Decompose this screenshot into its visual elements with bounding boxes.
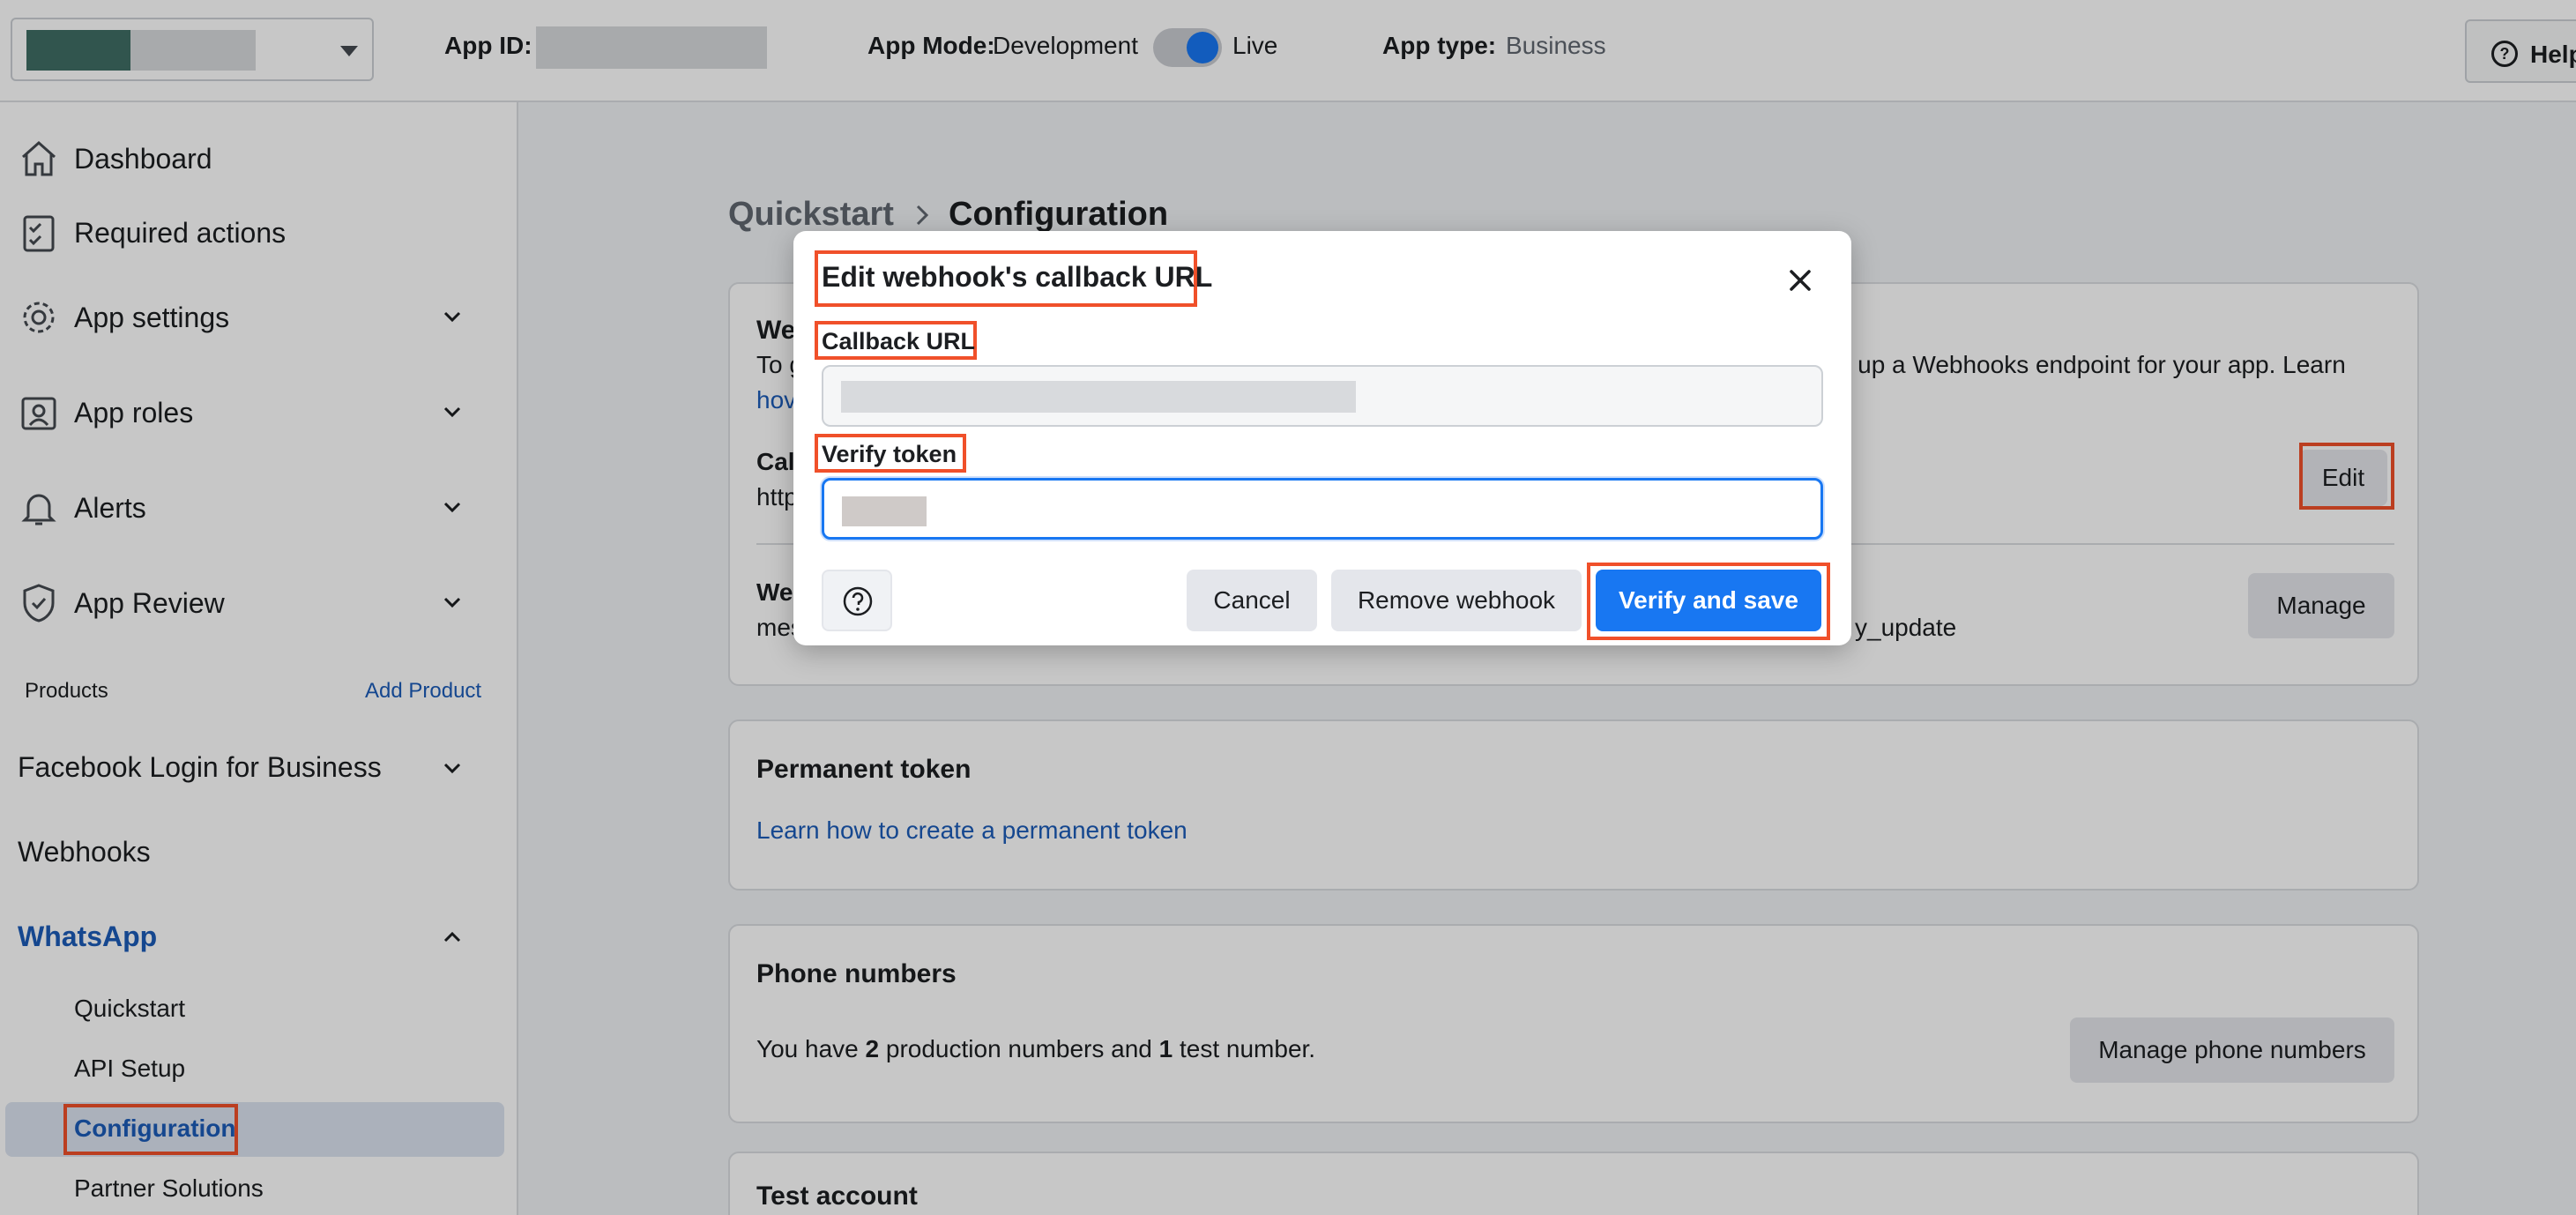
verify-token-label: Verify token xyxy=(822,441,957,467)
callback-url-redacted xyxy=(841,381,1356,413)
question-circle-icon xyxy=(843,586,873,616)
remove-webhook-button[interactable]: Remove webhook xyxy=(1331,570,1582,631)
close-icon[interactable] xyxy=(1783,263,1818,298)
verify-and-save-button[interactable]: Verify and save xyxy=(1596,570,1821,631)
cancel-button[interactable]: Cancel xyxy=(1187,570,1317,631)
verify-token-input[interactable] xyxy=(822,478,1823,540)
callback-url-label: Callback URL xyxy=(822,328,976,354)
callback-url-input[interactable] xyxy=(822,365,1823,427)
dialog-title: Edit webhook's callback URL xyxy=(822,261,1213,293)
verify-token-redacted xyxy=(842,496,927,526)
edit-webhook-dialog: Edit webhook's callback URL Callback URL… xyxy=(793,231,1851,645)
help-button[interactable] xyxy=(822,570,892,631)
